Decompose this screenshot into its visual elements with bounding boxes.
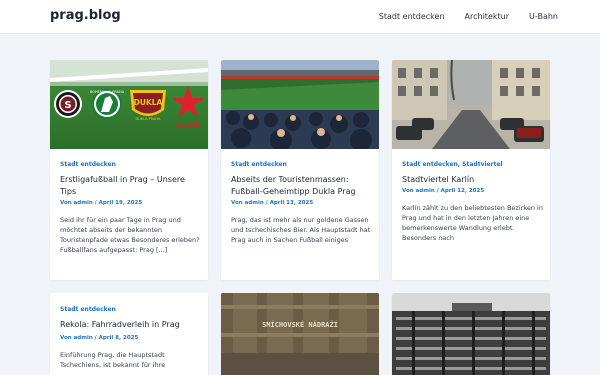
post-title[interactable]: Abseits der Touristenmassen: Fußball-Geh… [231,174,371,198]
main-nav: Stadt entdecken Architektur U-Bahn [379,12,558,21]
nav-item-stadt-entdecken[interactable]: Stadt entdecken [379,12,445,21]
svg-text:SLAVIA: SLAVIA [176,122,200,129]
post-categories: Stadt entdecken [231,161,287,168]
karlin-street-image [392,60,550,149]
station-sign-image: SMÍCHOVSKÉ NÁDRAŽÍ [221,293,379,375]
post-thumbnail-karlin-street[interactable] [392,60,550,149]
post-title[interactable]: Stadtviertel Karlín [402,174,542,186]
category-link[interactable]: Stadt entdecken [231,161,287,168]
nav-item-u-bahn[interactable]: U-Bahn [529,12,558,21]
dukla-logo: DUKLA [130,90,166,116]
svg-text:DUKLA PRAHA: DUKLA PRAHA [136,117,162,121]
post-excerpt: Seid ihr für ein paar Tage in Prag und m… [60,216,200,254]
svg-text:S: S [64,100,71,111]
post-categories: Stadt entdecken [60,306,116,313]
post-meta[interactable]: Von admin / April 12, 2025 [402,188,484,194]
stadium-crowd-image [221,60,379,149]
category-link[interactable]: Stadt entdecken [60,306,116,313]
post-title[interactable]: Erstligafußball in Prag – Unsere Tips [60,174,200,198]
post-card: Stadt entdecken Rekola: Fahrradverleih i… [50,293,208,375]
site-header: prag.blog Stadt entdecken Architektur U-… [0,0,600,34]
post-thumbnail-football-logos[interactable]: S DUKLA SLAVIA BOHEMIANS PRAHA DUKLA PRA… [50,60,208,149]
post-thumbnail-station[interactable]: SMÍCHOVSKÉ NÁDRAŽÍ [221,293,379,375]
post-thumbnail-stadium[interactable] [221,60,379,149]
site-title[interactable]: prag.blog [50,8,121,23]
post-card: Stadt entdecken Abseits der Touristenmas… [221,60,379,280]
post-categories: Stadt entdecken [60,161,116,168]
post-card: SMÍCHOVSKÉ NÁDRAŽÍ [221,293,379,375]
post-card: S DUKLA SLAVIA BOHEMIANS PRAHA DUKLA PRA… [50,60,208,280]
svg-text:SMÍCHOVSKÉ NÁDRAŽÍ: SMÍCHOVSKÉ NÁDRAŽÍ [262,320,338,329]
category-link[interactable]: Stadt entdecken [60,161,116,168]
post-excerpt: Einführung Prag, die Hauptstadt Tschechi… [60,351,166,369]
post-meta[interactable]: Von admin / April 13, 2025 [231,200,313,206]
sparta-logo: S [54,90,82,118]
football-club-logos-image: S DUKLA SLAVIA BOHEMIANS PRAHA DUKLA PRA… [50,60,208,149]
post-card [392,293,550,375]
post-excerpt: Karlín zählt zu den beliebtesten Bezirke… [402,204,543,242]
post-categories: Stadt entdecken, Stadtviertel [402,161,503,168]
modernist-building-image [392,293,550,375]
category-link[interactable]: Stadtviertel [462,161,502,168]
post-meta[interactable]: Von admin / April 19, 2025 [60,200,142,206]
post-title[interactable]: Rekola: Fahrradverleih in Prag [60,319,200,331]
post-excerpt: Prag, das ist mehr als nur goldene Gasse… [231,216,371,244]
svg-text:DUKLA: DUKLA [134,98,163,107]
category-link[interactable]: Stadt entdecken [402,161,458,168]
post-card: Stadt entdecken, Stadtviertel Stadtviert… [392,60,550,280]
post-thumbnail-building[interactable] [392,293,550,375]
nav-item-architektur[interactable]: Architektur [465,12,509,21]
svg-text:BOHEMIANS PRAHA: BOHEMIANS PRAHA [90,90,125,94]
post-meta[interactable]: Von admin / April 8, 2025 [60,335,138,341]
